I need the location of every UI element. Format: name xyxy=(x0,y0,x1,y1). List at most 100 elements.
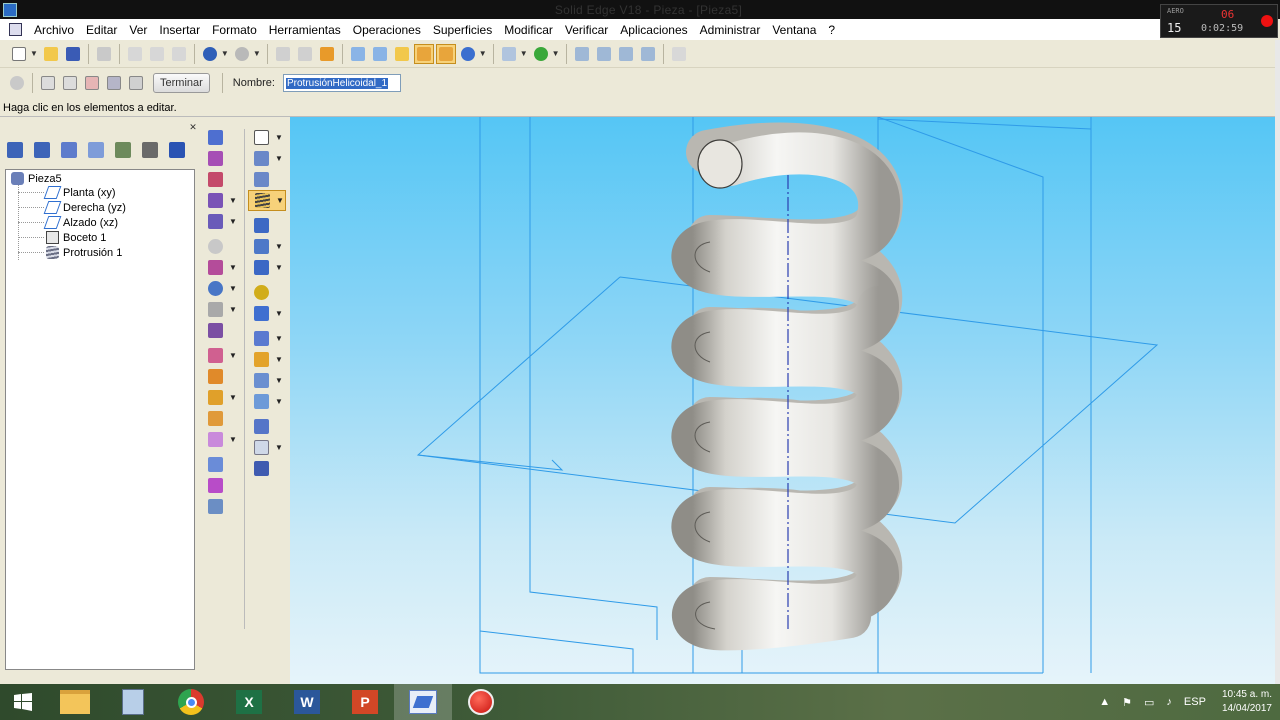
feature-library-tab[interactable] xyxy=(58,139,80,161)
undo-button[interactable] xyxy=(200,44,220,64)
lofted-protrusion-button[interactable]: ▼ xyxy=(202,211,242,232)
mirror-button[interactable]: ▼ xyxy=(202,345,242,366)
network-icon[interactable]: ▭ xyxy=(1144,696,1154,709)
save-button[interactable] xyxy=(63,44,83,64)
named-views-button[interactable] xyxy=(499,44,519,64)
shaded-edges-button[interactable] xyxy=(435,43,456,64)
file-explorer-icon[interactable] xyxy=(46,684,104,720)
tree-item-protrusion[interactable]: Protrusión 1 xyxy=(46,245,122,260)
right-scrollbar[interactable] xyxy=(1275,40,1280,684)
render-globe-button[interactable] xyxy=(458,44,478,64)
dropdown-arrow-icon[interactable]: ▼ xyxy=(229,217,237,226)
model-canvas[interactable] xyxy=(290,117,1275,684)
menu-formato[interactable]: Formato xyxy=(206,23,263,37)
solid-edge-icon[interactable] xyxy=(394,684,452,720)
cut-button[interactable] xyxy=(125,44,145,64)
menu-insertar[interactable]: Insertar xyxy=(153,23,206,37)
menu-archivo[interactable]: Archivo xyxy=(28,23,80,37)
web-network-button[interactable]: ▼ xyxy=(248,303,288,324)
dropdown-arrow-icon[interactable]: ▼ xyxy=(229,435,237,444)
revolved-cutout-button[interactable]: ▼ xyxy=(248,236,288,257)
hyperlink-button[interactable] xyxy=(295,44,315,64)
thread-button[interactable] xyxy=(202,236,242,257)
chrome-icon[interactable] xyxy=(162,684,220,720)
show-hidden-icons[interactable]: ▲ xyxy=(1099,696,1110,708)
dropdown-arrow-icon[interactable]: ▼ xyxy=(275,242,283,251)
action-center-icon[interactable]: ⚑ xyxy=(1122,696,1132,709)
powerpoint-icon[interactable]: P xyxy=(336,684,394,720)
whats-this-help-button[interactable] xyxy=(669,44,689,64)
finish-button[interactable]: Terminar xyxy=(153,73,210,93)
sketch-button[interactable]: ▼ xyxy=(248,148,288,169)
draft-button[interactable] xyxy=(202,320,242,341)
menu-modificar[interactable]: Modificar xyxy=(498,23,559,37)
dropdown-arrow-icon[interactable]: ▼ xyxy=(275,133,283,142)
render-dropdown-icon[interactable]: ▼ xyxy=(479,49,487,58)
extent-step-button[interactable] xyxy=(104,73,124,93)
menu-editar[interactable]: Editar xyxy=(80,23,123,37)
open-button[interactable] xyxy=(41,44,61,64)
dropdown-arrow-icon[interactable]: ▼ xyxy=(275,376,283,385)
word-icon[interactable]: W xyxy=(278,684,336,720)
dropdown-arrow-icon[interactable]: ▼ xyxy=(229,393,237,402)
treatment-step-button[interactable] xyxy=(126,73,146,93)
menu-operaciones[interactable]: Operaciones xyxy=(347,23,427,37)
shaded-visible-edges-button[interactable] xyxy=(413,43,434,64)
swept-protrusion-button[interactable]: ▼ xyxy=(202,190,242,211)
command-options-button[interactable] xyxy=(7,73,27,93)
helical-protrusion-button[interactable]: ▼ xyxy=(248,190,286,211)
paste-button[interactable] xyxy=(169,44,189,64)
fit-button[interactable] xyxy=(616,44,636,64)
helical-spring-model[interactable] xyxy=(671,122,903,651)
tree-item-derecha[interactable]: Derecha (yz) xyxy=(43,200,126,215)
document-icon[interactable] xyxy=(9,23,22,36)
calculator-icon[interactable] xyxy=(104,684,162,720)
pattern-button[interactable] xyxy=(202,366,242,387)
protrusion-button[interactable] xyxy=(202,127,242,148)
thicken-button[interactable] xyxy=(202,408,242,429)
add-body-button[interactable]: ▼ xyxy=(202,429,242,450)
rib-button[interactable]: ▼ xyxy=(202,257,242,278)
dropdown-arrow-icon[interactable]: ▼ xyxy=(275,263,283,272)
tree-item-planta[interactable]: Planta (xy) xyxy=(43,185,116,200)
screen-recorder-icon[interactable] xyxy=(452,684,510,720)
sensors-tab[interactable] xyxy=(112,139,134,161)
dropdown-arrow-icon[interactable]: ▼ xyxy=(229,284,237,293)
model-viewport[interactable] xyxy=(290,117,1275,684)
menu-ver[interactable]: Ver xyxy=(123,23,153,37)
mounting-boss-button[interactable]: ▼ xyxy=(248,349,288,370)
sketch-step-button[interactable] xyxy=(38,73,58,93)
menu-superficies[interactable]: Superficies xyxy=(427,23,498,37)
variable-table-button[interactable] xyxy=(202,496,242,517)
zoom-button[interactable] xyxy=(594,44,614,64)
language-indicator[interactable]: ESP xyxy=(1184,696,1206,708)
menu-aplicaciones[interactable]: Aplicaciones xyxy=(614,23,693,37)
dropdown-arrow-icon[interactable]: ▼ xyxy=(276,196,284,205)
derived-curve-button[interactable]: ▼ xyxy=(248,437,288,458)
dropdown-arrow-icon[interactable]: ▼ xyxy=(275,154,283,163)
volume-icon[interactable]: ♪ xyxy=(1166,696,1172,708)
print-button[interactable] xyxy=(94,44,114,64)
dropdown-arrow-icon[interactable]: ▼ xyxy=(275,443,283,452)
family-of-parts-tab[interactable] xyxy=(85,139,107,161)
feature-pathfinder-tab[interactable] xyxy=(4,139,26,161)
menu-ventana[interactable]: Ventana xyxy=(766,23,822,37)
view-orientation-button[interactable] xyxy=(370,44,390,64)
dropdown-arrow-icon[interactable]: ▼ xyxy=(229,351,237,360)
view-cube-button[interactable] xyxy=(348,44,368,64)
dropdown-arrow-icon[interactable]: ▼ xyxy=(275,397,283,406)
blue-surf-button[interactable] xyxy=(202,454,242,475)
menu-administrar[interactable]: Administrar xyxy=(694,23,767,37)
curve-button[interactable] xyxy=(248,416,288,437)
rotate-dropdown-icon[interactable]: ▼ xyxy=(552,49,560,58)
redo-dropdown-icon[interactable]: ▼ xyxy=(253,49,261,58)
pan-button[interactable] xyxy=(638,44,658,64)
profile-cap[interactable] xyxy=(697,139,743,189)
menu-herramientas[interactable]: Herramientas xyxy=(263,23,347,37)
lip-button[interactable] xyxy=(248,282,288,303)
menu-verificar[interactable]: Verificar xyxy=(559,23,614,37)
bounded-surface-button[interactable] xyxy=(202,475,242,496)
dropdown-arrow-icon[interactable]: ▼ xyxy=(275,309,283,318)
record-icon[interactable] xyxy=(1261,15,1273,27)
parting-split-button[interactable] xyxy=(248,458,288,479)
